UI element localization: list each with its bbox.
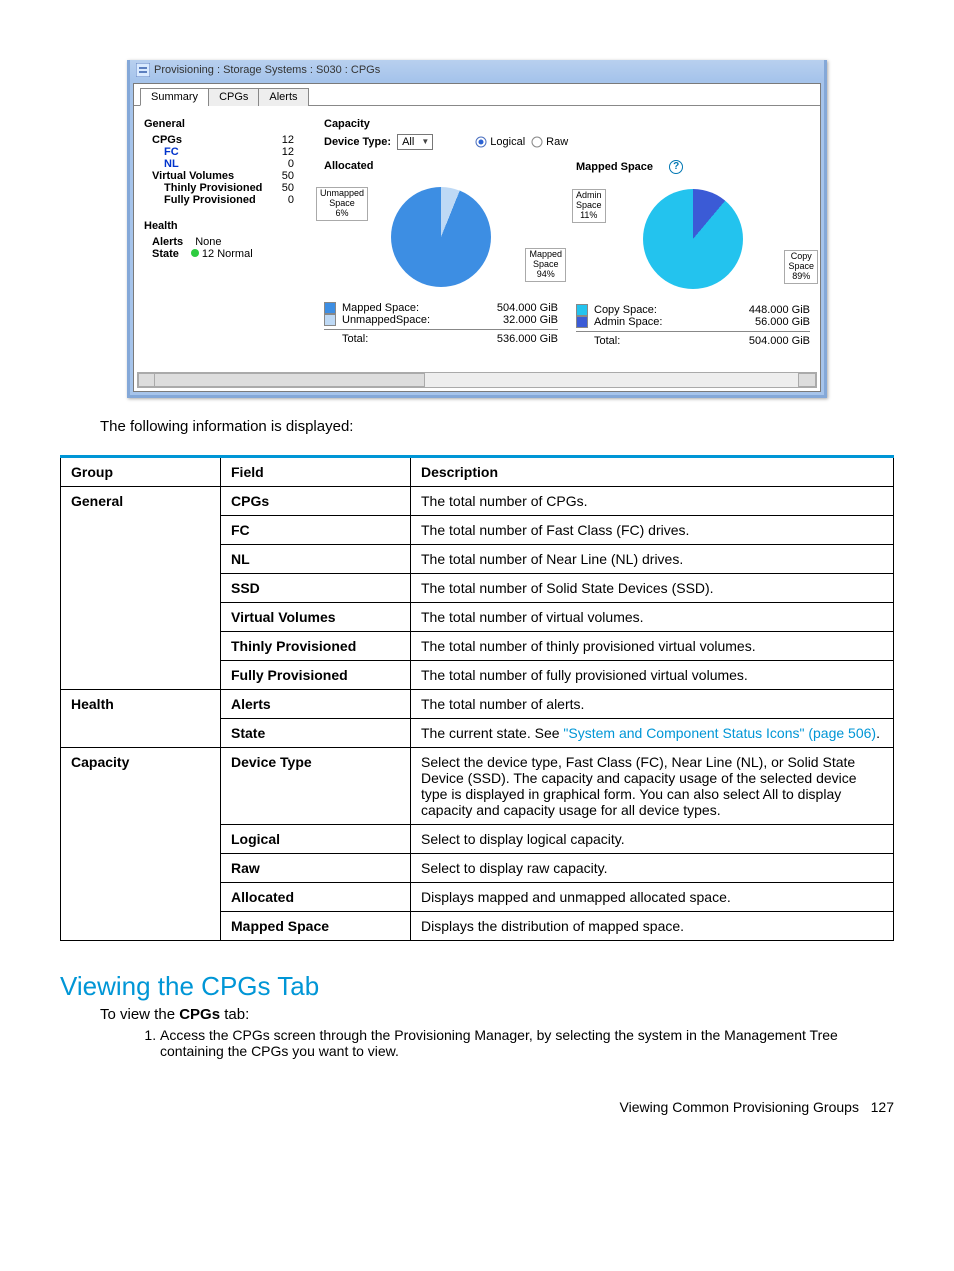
swatch-mapped-icon xyxy=(324,302,336,314)
tab-summary[interactable]: Summary xyxy=(140,88,209,106)
fc-value: 12 xyxy=(282,146,294,158)
description-cell: Select to display raw capacity. xyxy=(411,854,894,883)
mapped-title: Mapped Space xyxy=(576,161,653,173)
device-type-dropdown[interactable]: All xyxy=(397,134,433,150)
fc-label: FC xyxy=(164,146,179,158)
description-cell: The total number of Fast Class (FC) driv… xyxy=(411,516,894,545)
cross-reference-link[interactable]: "System and Component Status Icons" (pag… xyxy=(563,725,876,741)
description-cell: The current state. See "System and Compo… xyxy=(411,719,894,748)
window-titlebar: Provisioning : Storage Systems : S030 : … xyxy=(130,60,824,80)
group-cell: Capacity xyxy=(61,748,221,941)
cpgs-value: 12 xyxy=(282,134,294,146)
field-cell: Allocated xyxy=(221,883,411,912)
table-row: CapacityDevice TypeSelect the device typ… xyxy=(61,748,894,825)
full-label: Fully Provisioned xyxy=(164,194,256,206)
table-row: GeneralCPGsThe total number of CPGs. xyxy=(61,487,894,516)
mapped-pie-icon xyxy=(643,189,743,289)
group-cell: General xyxy=(61,487,221,690)
allocated-unmapped-callout: UnmappedSpace6% xyxy=(316,187,368,221)
alerts-label: Alerts xyxy=(152,236,183,248)
col-field: Field xyxy=(221,457,411,487)
field-cell: NL xyxy=(221,545,411,574)
full-value: 0 xyxy=(288,194,294,206)
swatch-copy-icon xyxy=(576,304,588,316)
field-cell: Fully Provisioned xyxy=(221,661,411,690)
vv-label: Virtual Volumes xyxy=(152,170,234,182)
field-cell: FC xyxy=(221,516,411,545)
description-cell: The total number of Near Line (NL) drive… xyxy=(411,545,894,574)
description-cell: The total number of alerts. xyxy=(411,690,894,719)
radio-raw[interactable]: Raw xyxy=(531,136,568,148)
thin-value: 50 xyxy=(282,182,294,194)
vv-value: 50 xyxy=(282,170,294,182)
provisioning-window: Provisioning : Storage Systems : S030 : … xyxy=(127,60,827,398)
horizontal-scrollbar[interactable] xyxy=(137,372,817,388)
thin-label: Thinly Provisioned xyxy=(164,182,262,194)
alerts-value: None xyxy=(195,236,221,248)
col-group: Group xyxy=(61,457,221,487)
field-cell: Thinly Provisioned xyxy=(221,632,411,661)
help-icon[interactable]: ? xyxy=(669,160,683,174)
tab-strip: Summary CPGs Alerts xyxy=(134,84,820,106)
field-cell: Virtual Volumes xyxy=(221,603,411,632)
mapped-chart-block: Mapped Space ? AdminSpace11% CopySpace89… xyxy=(576,160,810,347)
general-header: General xyxy=(144,118,294,130)
mapped-copy-callout: CopySpace89% xyxy=(784,250,818,284)
tab-cpgs[interactable]: CPGs xyxy=(208,88,259,106)
provisioning-icon xyxy=(136,63,150,77)
description-cell: Select the device type, Fast Class (FC),… xyxy=(411,748,894,825)
field-cell: Mapped Space xyxy=(221,912,411,941)
cpgs-label: CPGs xyxy=(152,134,182,146)
field-cell: State xyxy=(221,719,411,748)
description-cell: The total number of fully provisioned vi… xyxy=(411,661,894,690)
description-cell: Displays mapped and unmapped allocated s… xyxy=(411,883,894,912)
description-cell: The total number of Solid State Devices … xyxy=(411,574,894,603)
description-cell: The total number of CPGs. xyxy=(411,487,894,516)
description-cell: The total number of thinly provisioned v… xyxy=(411,632,894,661)
allocated-title: Allocated xyxy=(324,160,558,172)
col-description: Description xyxy=(411,457,894,487)
section-intro: To view the CPGs tab: xyxy=(100,1006,854,1023)
tab-alerts[interactable]: Alerts xyxy=(258,88,308,106)
allocated-pie-icon xyxy=(391,187,491,287)
state-label: State xyxy=(152,248,179,260)
field-description-table: Group Field Description GeneralCPGsThe t… xyxy=(60,455,894,941)
section-title: Viewing the CPGs Tab xyxy=(60,971,894,1002)
mapped-admin-callout: AdminSpace11% xyxy=(572,189,606,223)
window-title: Provisioning : Storage Systems : S030 : … xyxy=(154,64,380,76)
field-cell: Logical xyxy=(221,825,411,854)
capacity-header: Capacity xyxy=(324,118,810,130)
field-cell: Device Type xyxy=(221,748,411,825)
health-header: Health xyxy=(144,220,294,232)
page-footer: Viewing Common Provisioning Groups 127 xyxy=(60,1099,894,1115)
nl-label: NL xyxy=(164,158,179,170)
intro-text: The following information is displayed: xyxy=(100,418,854,435)
field-cell: Raw xyxy=(221,854,411,883)
swatch-unmapped-icon xyxy=(324,314,336,326)
allocated-chart-block: Allocated UnmappedSpace6% MappedSpace94%… xyxy=(324,160,558,347)
description-cell: The total number of virtual volumes. xyxy=(411,603,894,632)
field-cell: CPGs xyxy=(221,487,411,516)
device-type-label: Device Type: xyxy=(324,136,391,148)
field-cell: Alerts xyxy=(221,690,411,719)
description-cell: Select to display logical capacity. xyxy=(411,825,894,854)
allocated-mapped-callout: MappedSpace94% xyxy=(525,248,566,282)
field-cell: SSD xyxy=(221,574,411,603)
status-normal-icon xyxy=(191,249,199,257)
nl-value: 0 xyxy=(288,158,294,170)
group-cell: Health xyxy=(61,690,221,748)
swatch-admin-icon xyxy=(576,316,588,328)
table-row: HealthAlertsThe total number of alerts. xyxy=(61,690,894,719)
state-value: 12 Normal xyxy=(191,248,253,260)
description-cell: Displays the distribution of mapped spac… xyxy=(411,912,894,941)
step-1: Access the CPGs screen through the Provi… xyxy=(160,1027,854,1059)
radio-logical[interactable]: Logical xyxy=(475,136,525,148)
